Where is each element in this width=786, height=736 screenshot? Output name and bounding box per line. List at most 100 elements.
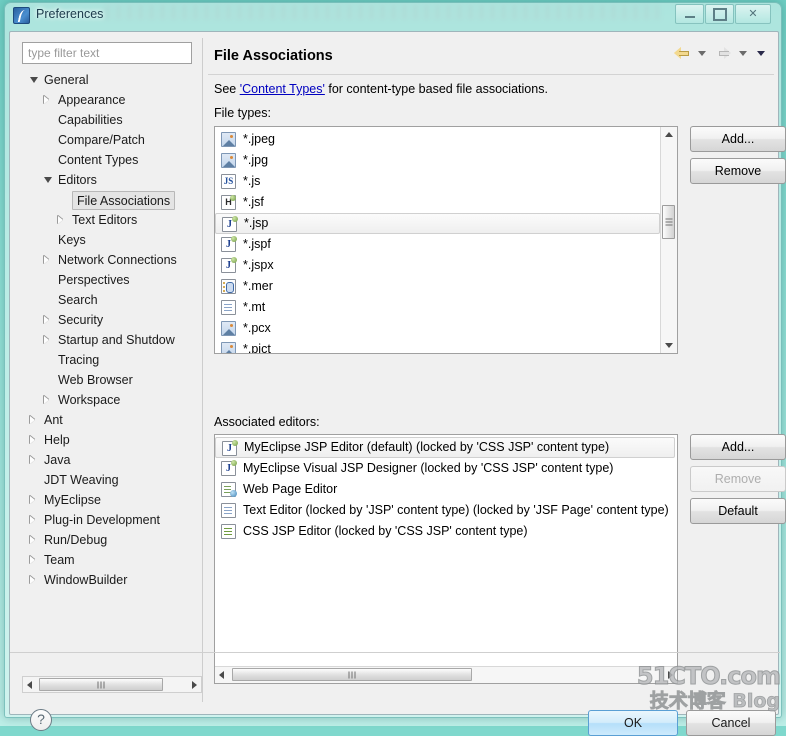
list-item[interactable]: JMyEclipse JSP Editor (default) (locked … <box>215 437 675 458</box>
list-item[interactable]: *.mt <box>215 297 660 318</box>
expand-chevron-right-icon[interactable] <box>30 416 35 424</box>
css-file-icon <box>221 524 236 539</box>
close-button[interactable]: ✕ <box>735 4 771 24</box>
scroll-grip-icon <box>665 219 672 226</box>
expand-chevron-right-icon[interactable] <box>30 496 35 504</box>
sidebar-item-help[interactable]: Help <box>22 430 202 450</box>
sidebar-item-jdt-weaving[interactable]: JDT Weaving <box>22 470 202 490</box>
sidebar-item-file-associations[interactable]: File Associations <box>22 190 202 210</box>
tree-hscroll-thumb[interactable] <box>39 678 163 691</box>
scroll-down-icon[interactable] <box>665 343 673 348</box>
maximize-button[interactable] <box>705 4 734 24</box>
associated-editors-default-button[interactable]: Default <box>690 498 786 524</box>
scroll-right-icon[interactable] <box>668 671 673 679</box>
file-types-remove-button[interactable]: Remove <box>690 158 786 184</box>
help-question-icon[interactable]: ? <box>30 709 52 731</box>
view-menu-chevron-down-icon[interactable] <box>757 51 765 56</box>
collapse-chevron-down-icon[interactable] <box>44 177 52 183</box>
expand-chevron-right-icon[interactable] <box>58 216 63 224</box>
expand-chevron-right-icon[interactable] <box>44 396 49 404</box>
expand-chevron-right-icon[interactable] <box>30 456 35 464</box>
expand-chevron-right-icon[interactable] <box>30 436 35 444</box>
list-item[interactable]: J*.jspf <box>215 234 660 255</box>
sidebar-item-security[interactable]: Security <box>22 310 202 330</box>
expand-chevron-right-icon[interactable] <box>30 576 35 584</box>
sidebar-item-java[interactable]: Java <box>22 450 202 470</box>
list-item[interactable]: *.mer <box>215 276 660 297</box>
list-item[interactable]: Web Page Editor <box>215 479 675 500</box>
expand-chevron-right-icon[interactable] <box>30 556 35 564</box>
sidebar-item-plug-in-development[interactable]: Plug-in Development <box>22 510 202 530</box>
file-types-vertical-scrollbar[interactable] <box>660 127 677 353</box>
sidebar-item-editors[interactable]: Editors <box>22 170 202 190</box>
file-types-add-button[interactable]: Add... <box>690 126 786 152</box>
filter-input[interactable] <box>22 42 192 64</box>
list-item-label: *.pict <box>243 342 271 354</box>
list-item[interactable]: J*.jsp <box>215 213 660 234</box>
sidebar-item-team[interactable]: Team <box>22 550 202 570</box>
collapse-chevron-down-icon[interactable] <box>30 77 38 83</box>
image-file-icon <box>221 153 236 168</box>
expand-chevron-right-icon[interactable] <box>30 516 35 524</box>
sidebar-item-perspectives[interactable]: Perspectives <box>22 270 202 290</box>
sidebar-item-general[interactable]: General <box>22 70 202 90</box>
cancel-button[interactable]: Cancel <box>686 710 776 736</box>
sidebar-item-capabilities[interactable]: Capabilities <box>22 110 202 130</box>
sidebar-item-web-browser[interactable]: Web Browser <box>22 370 202 390</box>
settings-tree[interactable]: GeneralAppearanceCapabilitiesCompare/Pat… <box>22 70 202 670</box>
list-item[interactable]: CSS JSP Editor (locked by 'CSS JSP' cont… <box>215 521 675 542</box>
list-item[interactable]: *.pcx <box>215 318 660 339</box>
sidebar-item-run-debug[interactable]: Run/Debug <box>22 530 202 550</box>
list-item[interactable]: *.pict <box>215 339 660 354</box>
associated-editors-horizontal-scrollbar[interactable] <box>215 666 677 683</box>
sidebar-item-label: Plug-in Development <box>44 510 160 530</box>
expand-chevron-right-icon[interactable] <box>44 316 49 324</box>
expand-chevron-right-icon[interactable] <box>44 256 49 264</box>
sidebar-item-label: Workspace <box>58 390 120 410</box>
expand-chevron-right-icon[interactable] <box>44 96 49 104</box>
sidebar-item-myeclipse[interactable]: MyEclipse <box>22 490 202 510</box>
tree-horizontal-scrollbar[interactable] <box>22 676 202 693</box>
sidebar-item-search[interactable]: Search <box>22 290 202 310</box>
content-types-link[interactable]: 'Content Types' <box>240 82 325 96</box>
expand-chevron-right-icon[interactable] <box>30 536 35 544</box>
list-item[interactable]: JS*.js <box>215 171 660 192</box>
scroll-left-icon[interactable] <box>27 681 32 689</box>
sidebar-item-tracing[interactable]: Tracing <box>22 350 202 370</box>
sidebar-item-text-editors[interactable]: Text Editors <box>22 210 202 230</box>
list-item[interactable]: *.jpg <box>215 150 660 171</box>
list-item[interactable]: *.jpeg <box>215 129 660 150</box>
back-arrow-icon[interactable] <box>674 46 691 61</box>
minimize-button[interactable] <box>675 4 704 24</box>
sidebar-item-appearance[interactable]: Appearance <box>22 90 202 110</box>
scroll-right-icon[interactable] <box>192 681 197 689</box>
assoc-hscroll-thumb[interactable] <box>232 668 472 681</box>
text-file-icon <box>221 300 236 315</box>
forward-history-chevron-down-icon[interactable] <box>739 51 747 56</box>
sidebar-item-label: Text Editors <box>72 210 137 230</box>
sidebar-item-content-types[interactable]: Content Types <box>22 150 202 170</box>
dialog-body: GeneralAppearanceCapabilitiesCompare/Pat… <box>9 31 779 715</box>
list-item[interactable]: JMyEclipse Visual JSP Designer (locked b… <box>215 458 675 479</box>
sidebar-item-network-connections[interactable]: Network Connections <box>22 250 202 270</box>
associated-editors-list[interactable]: JMyEclipse JSP Editor (default) (locked … <box>214 434 678 684</box>
scroll-left-icon[interactable] <box>219 671 224 679</box>
list-item[interactable]: J*.jspx <box>215 255 660 276</box>
sidebar-item-windowbuilder[interactable]: WindowBuilder <box>22 570 202 590</box>
ok-button[interactable]: OK <box>588 710 678 736</box>
sidebar-item-startup-and-shutdow[interactable]: Startup and Shutdow <box>22 330 202 350</box>
file-types-vscroll-thumb[interactable] <box>662 205 675 239</box>
sidebar-item-workspace[interactable]: Workspace <box>22 390 202 410</box>
sidebar-item-ant[interactable]: Ant <box>22 410 202 430</box>
list-item[interactable]: H*.jsf <box>215 192 660 213</box>
sidebar-item-keys[interactable]: Keys <box>22 230 202 250</box>
file-types-list[interactable]: *.jpeg*.jpgJS*.jsH*.jsfJ*.jspJ*.jspfJ*.j… <box>214 126 678 354</box>
back-history-chevron-down-icon[interactable] <box>698 51 706 56</box>
list-item-label: *.jsp <box>244 216 268 230</box>
list-item[interactable]: Text Editor (locked by 'JSP' content typ… <box>215 500 675 521</box>
sidebar-item-label: Keys <box>58 230 86 250</box>
scroll-up-icon[interactable] <box>665 132 673 137</box>
expand-chevron-right-icon[interactable] <box>44 336 49 344</box>
associated-editors-add-button[interactable]: Add... <box>690 434 786 460</box>
sidebar-item-compare-patch[interactable]: Compare/Patch <box>22 130 202 150</box>
